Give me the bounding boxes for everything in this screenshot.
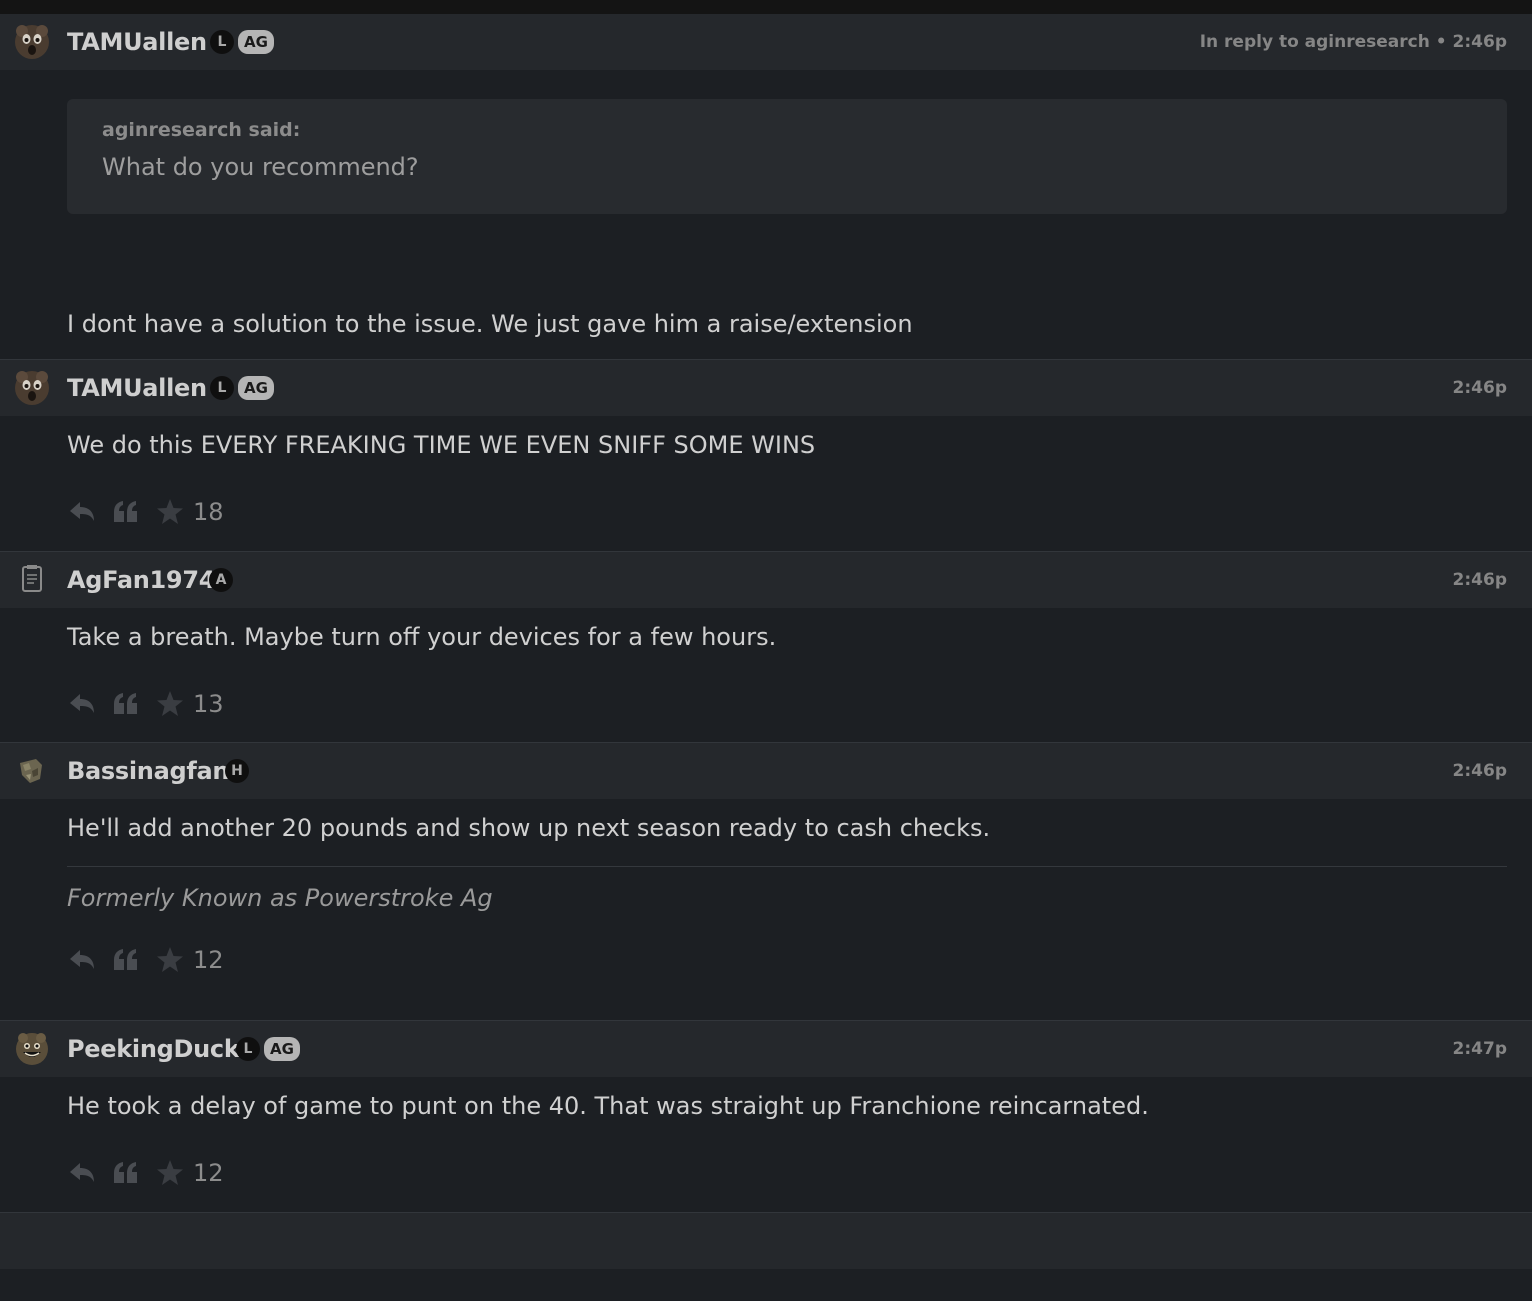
badge: A <box>209 568 233 592</box>
star-icon[interactable] <box>155 689 185 719</box>
star-count: 13 <box>193 690 224 718</box>
username[interactable]: AgFan1974 <box>67 552 215 608</box>
notepad-icon[interactable] <box>14 562 50 598</box>
post-header: Bassinagfan H 2:46p <box>0 743 1532 799</box>
star-icon[interactable] <box>155 1158 185 1188</box>
post-actions: 12 <box>67 940 1507 980</box>
user-signature: Formerly Known as Powerstroke Ag <box>67 884 493 912</box>
post-header: PeekingDuck L AG 2:47p <box>0 1021 1532 1077</box>
post-message: Take a breath. Maybe turn off your devic… <box>67 623 777 651</box>
badge: AG <box>264 1037 300 1061</box>
username[interactable]: TAMUallen <box>67 14 207 70</box>
badge: AG <box>238 30 274 54</box>
post-timestamp[interactable]: 2:46p <box>1453 360 1507 416</box>
reply-icon[interactable] <box>67 945 97 975</box>
user-badges: L AG <box>210 30 274 54</box>
user-badges: H <box>225 759 249 783</box>
quote-text: What do you recommend? <box>102 153 419 181</box>
star-icon[interactable] <box>155 497 185 527</box>
reply-icon[interactable] <box>67 497 97 527</box>
post-actions: 18 <box>67 492 1507 532</box>
next-post-header <box>0 1213 1532 1269</box>
user-badges: L AG <box>236 1037 300 1061</box>
quote-block: aginresearch said: What do you recommend… <box>67 99 1507 214</box>
post-message: He'll add another 20 pounds and show up … <box>67 814 991 842</box>
smiley-face-icon[interactable] <box>14 1031 50 1067</box>
username[interactable]: TAMUallen <box>67 360 207 416</box>
quote-icon[interactable] <box>111 689 141 719</box>
quote-icon[interactable] <box>111 945 141 975</box>
forum-post: TAMUallen L AG 2:46p We do this EVERY FR… <box>0 360 1532 552</box>
post-timestamp[interactable]: 2:46p <box>1453 552 1507 608</box>
camo-hand-icon[interactable] <box>14 753 50 789</box>
post-timestamp[interactable]: 2:46p <box>1453 743 1507 799</box>
post-header: TAMUallen L AG 2:46p <box>0 360 1532 416</box>
reply-icon[interactable] <box>67 1158 97 1188</box>
user-badges: A <box>209 568 233 592</box>
post-timestamp[interactable]: In reply to aginresearch • 2:46p <box>1200 14 1507 70</box>
badge: H <box>225 759 249 783</box>
forum-post: TAMUallen L AG In reply to aginresearch … <box>0 14 1532 400</box>
badge: L <box>210 376 234 400</box>
forum-post: PeekingDuck L AG 2:47p He took a delay o… <box>0 1021 1532 1213</box>
badge: L <box>236 1037 260 1061</box>
post-message: We do this EVERY FREAKING TIME WE EVEN S… <box>67 431 816 459</box>
top-bar <box>0 0 1532 14</box>
forum-post: Bassinagfan H 2:46p He'll add another 20… <box>0 743 1532 1021</box>
post-message: I dont have a solution to the issue. We … <box>67 310 913 338</box>
post-header: AgFan1974 A 2:46p <box>0 552 1532 608</box>
post-message: He took a delay of game to punt on the 4… <box>67 1092 1149 1120</box>
quote-author: aginresearch said: <box>102 119 301 141</box>
post-header: TAMUallen L AG In reply to aginresearch … <box>0 14 1532 70</box>
star-icon[interactable] <box>155 945 185 975</box>
signature-divider <box>67 866 1507 867</box>
star-count: 18 <box>193 498 224 526</box>
quote-icon[interactable] <box>111 497 141 527</box>
badge: AG <box>238 376 274 400</box>
forum-post: AgFan1974 A 2:46p Take a breath. Maybe t… <box>0 552 1532 743</box>
bear-face-icon[interactable] <box>14 24 50 60</box>
badge: L <box>210 30 234 54</box>
user-badges: L AG <box>210 376 274 400</box>
post-actions: 12 <box>67 1153 1507 1193</box>
reply-icon[interactable] <box>67 689 97 719</box>
bear-face-icon[interactable] <box>14 370 50 406</box>
post-actions: 13 <box>67 684 1507 724</box>
star-count: 12 <box>193 946 224 974</box>
quote-icon[interactable] <box>111 1158 141 1188</box>
username[interactable]: PeekingDuck <box>67 1021 240 1077</box>
star-count: 12 <box>193 1159 224 1187</box>
username[interactable]: Bassinagfan <box>67 743 229 799</box>
post-timestamp[interactable]: 2:47p <box>1453 1021 1507 1077</box>
